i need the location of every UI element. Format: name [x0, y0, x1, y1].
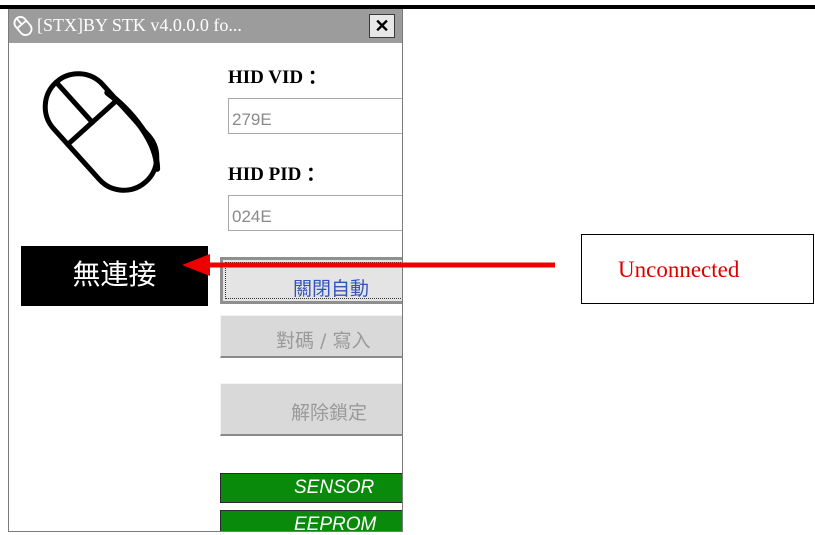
annotation-label: Unconnected [618, 257, 740, 282]
mouse-icon [42, 71, 161, 193]
pid-field[interactable] [228, 195, 402, 231]
close-icon: ✕ [374, 16, 390, 36]
close-button[interactable]: ✕ [369, 14, 395, 38]
pid-label: HID PID ： [228, 164, 326, 185]
mouse-icon [13, 16, 33, 36]
sensor-indicator[interactable]: SENSOR [220, 473, 402, 503]
title-bar[interactable]: [STX]BY STK v4.0.0.0 fo... ✕ [9, 9, 402, 43]
window-title: [STX]BY STK v4.0.0.0 fo... [37, 15, 242, 35]
vid-field[interactable] [228, 98, 402, 134]
pair-write-button[interactable]: 對碼 / 寫入 [220, 315, 402, 358]
eeprom-indicator[interactable]: EEPROM [220, 510, 402, 531]
annotation-box: Unconnected [581, 234, 814, 304]
unlock-button[interactable]: 解除鎖定 [220, 383, 402, 436]
arrow-left-icon [182, 254, 555, 276]
vid-label: HID VID ： [228, 67, 327, 88]
